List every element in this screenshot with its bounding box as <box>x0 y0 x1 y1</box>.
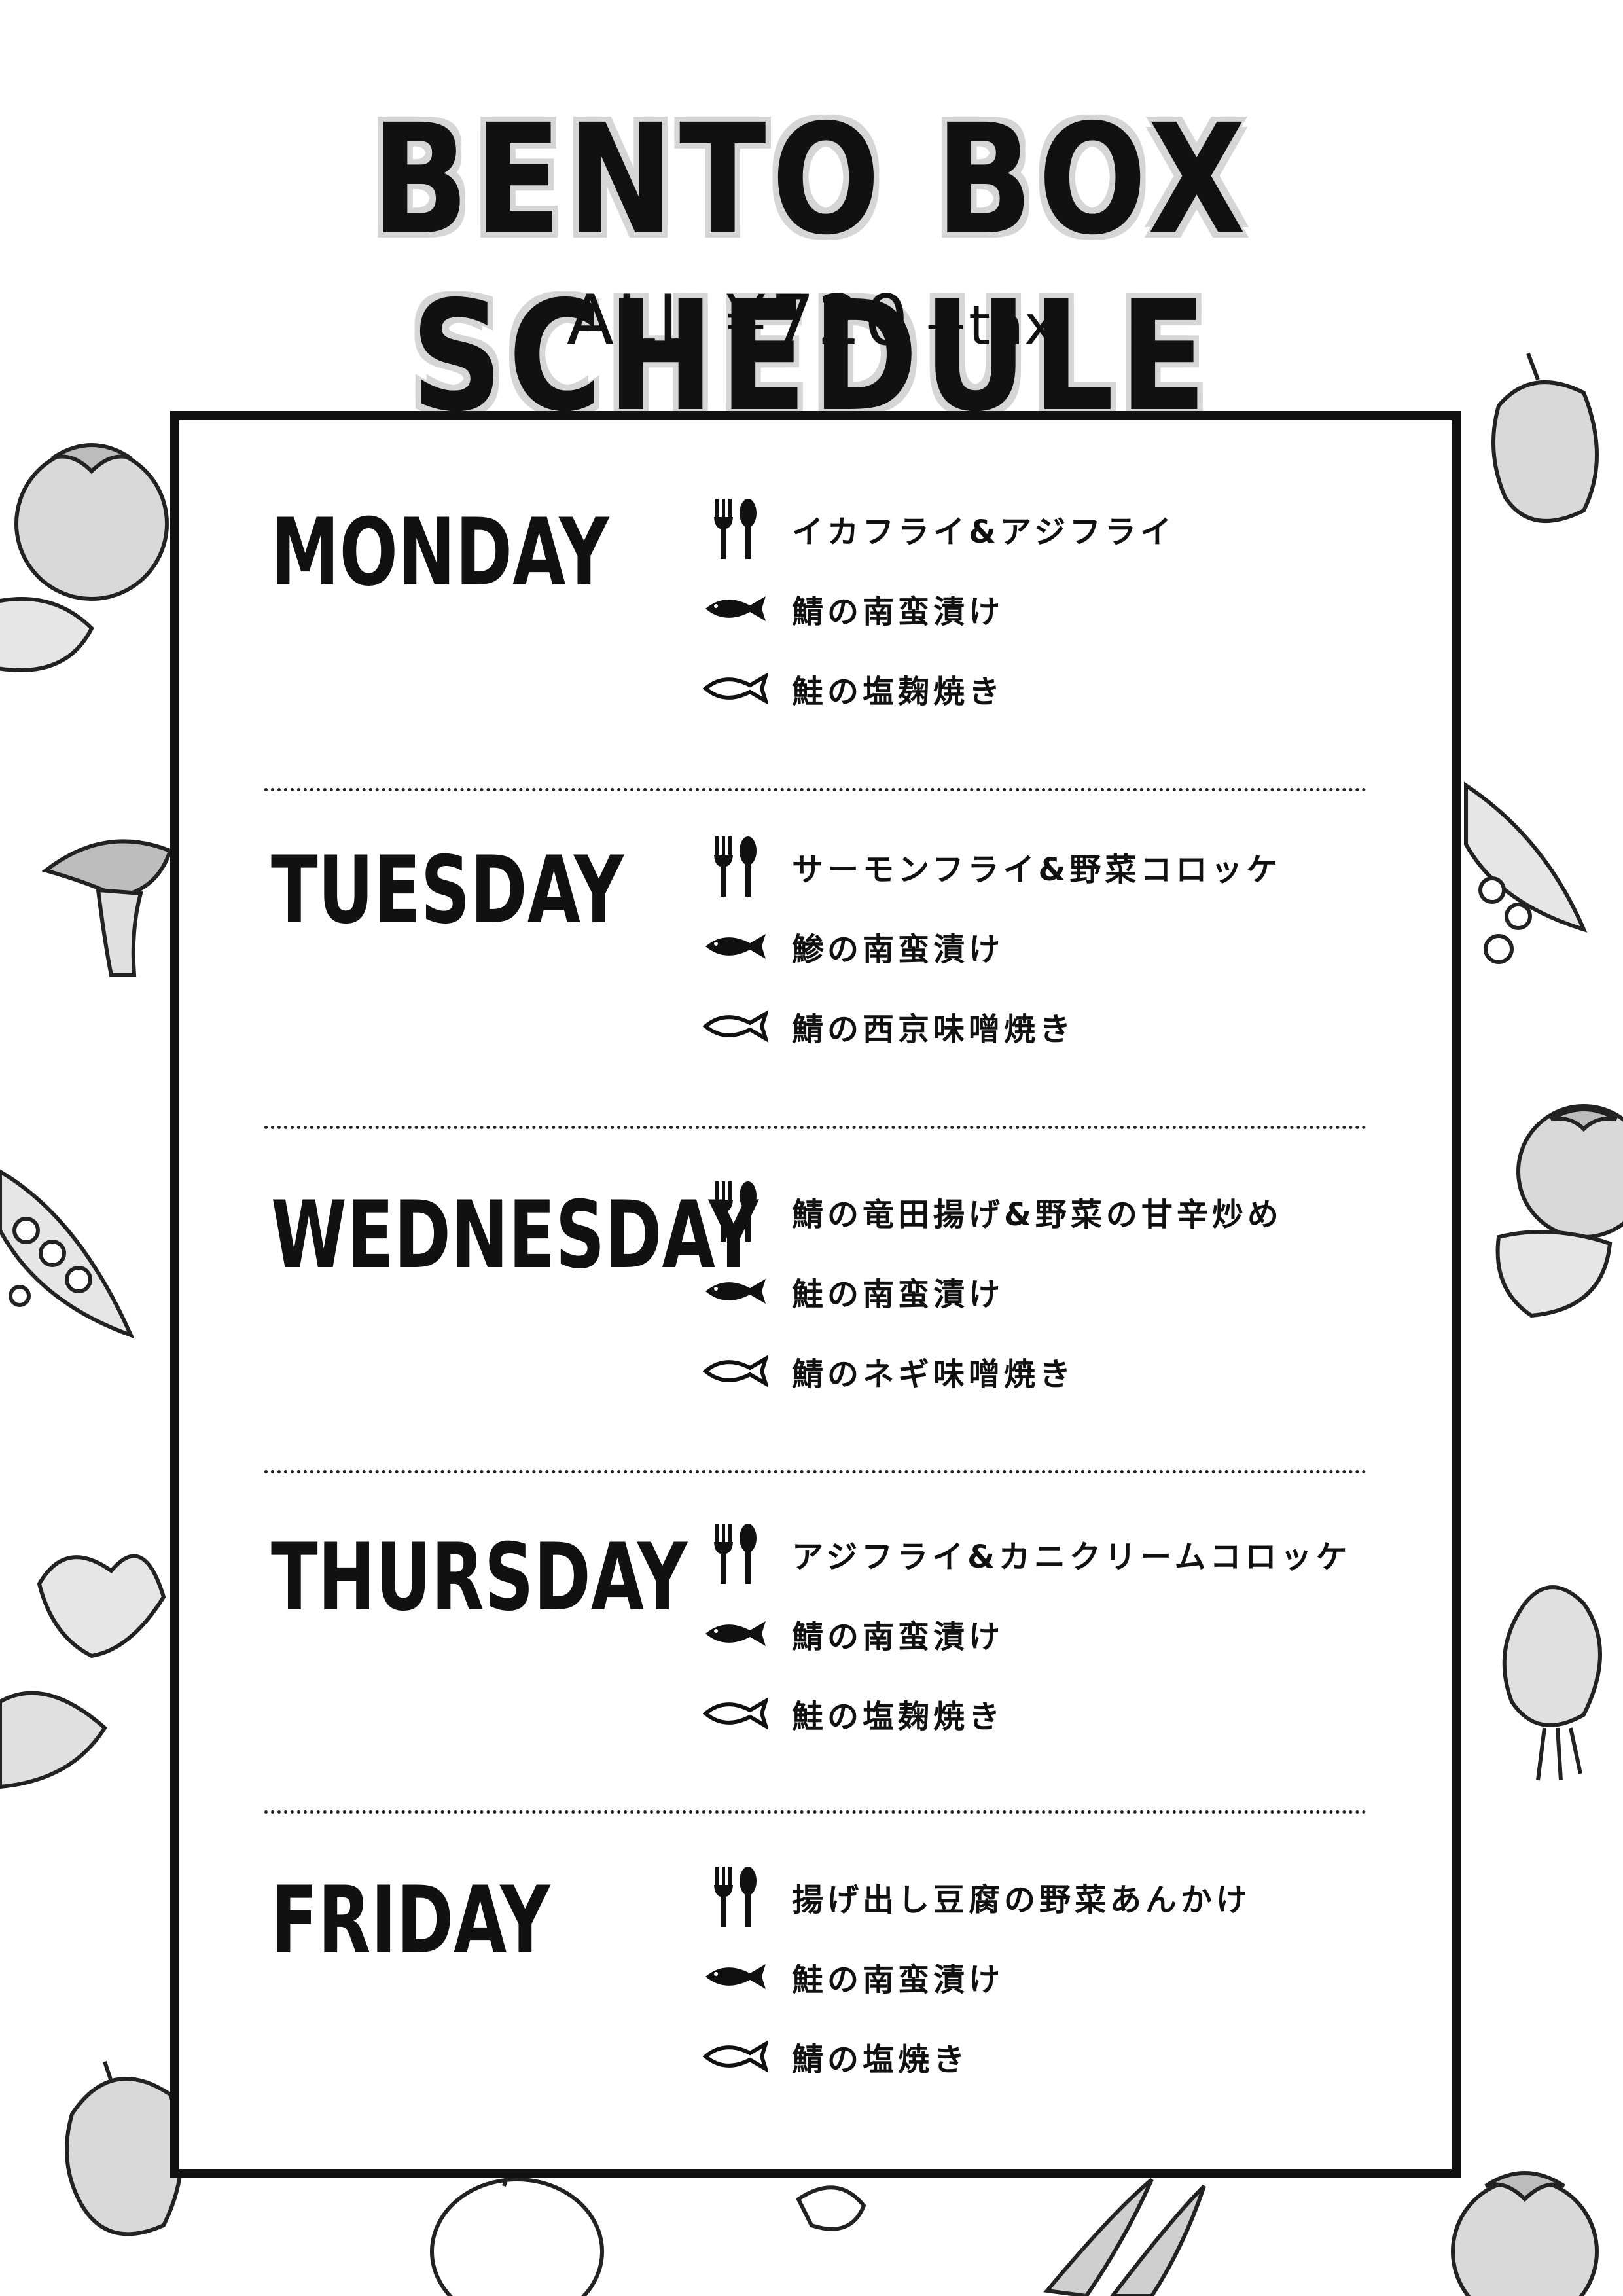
cutlery-icon <box>703 1181 768 1242</box>
bell-pepper-illustration <box>1491 352 1599 523</box>
price-line: ALL ¥720 +tax <box>0 280 1623 361</box>
fish-outline-icon <box>703 1345 768 1397</box>
pumpkin-slice-illustration <box>0 597 94 672</box>
cutlery-icon <box>703 499 768 559</box>
menu-item: 鮭の南蛮漬け <box>703 1937 1436 2017</box>
menu-list: 鯖の竜田揚げ&野菜の甘辛炒め 鮭の南蛮漬け 鯖のネギ味噌焼き <box>703 1172 1436 1411</box>
day-block-wednesday: WEDNESDAY 鯖の竜田揚げ&野菜の甘辛炒め 鮭の南蛮漬け 鯖のネギ味噌焼き <box>179 1103 1452 1441</box>
day-name: WEDNESDAY <box>271 1181 758 1289</box>
menu-item: アジフライ&カニクリームコロッケ <box>703 1514 1436 1594</box>
day-block-friday: FRIDAY 揚げ出し豆腐の野菜あんかけ 鮭の南蛮漬け 鯖の塩焼き <box>179 1788 1452 2126</box>
onion-illustration <box>1502 1585 1602 1781</box>
day-name: THURSDAY <box>271 1524 688 1632</box>
day-name: FRIDAY <box>271 1867 550 1975</box>
turnip-illustration <box>0 1554 166 1789</box>
menu-item: サーモンフライ&野菜コロッケ <box>703 827 1436 906</box>
day-block-monday: MONDAY イカフライ&アジフライ 鯖の南蛮漬け 鮭の塩麹焼き <box>179 420 1452 758</box>
pea-pod-illustration <box>1464 781 1588 964</box>
fish-outline-icon <box>703 1000 768 1052</box>
fish-filled-icon <box>703 583 768 635</box>
menu-item: 揚げ出し豆腐の野菜あんかけ <box>703 1857 1436 1937</box>
price-value: ALL ¥720 <box>566 280 911 361</box>
menu-list: サーモンフライ&野菜コロッケ 鯵の南蛮漬け 鯖の西京味噌焼き <box>703 827 1436 1066</box>
menu-item: イカフライ&アジフライ <box>703 489 1436 569</box>
page-title: BENTO BOX SCHEDULE <box>371 92 1252 445</box>
schedule-frame: MONDAY イカフライ&アジフライ 鯖の南蛮漬け 鮭の塩麹焼き TUESDAY… <box>170 411 1461 2178</box>
menu-item-text: 鯵の南蛮漬け <box>792 931 1005 968</box>
tomato-illustration <box>14 443 169 601</box>
mushroom-illustration <box>41 839 173 977</box>
day-block-thursday: THURSDAY アジフライ&カニクリームコロッケ 鯖の南蛮漬け 鮭の塩麹焼き <box>179 1445 1452 1783</box>
fish-outline-icon <box>703 2030 768 2083</box>
menu-list: 揚げ出し豆腐の野菜あんかけ 鮭の南蛮漬け 鯖の塩焼き <box>703 1857 1436 2096</box>
cutlery-icon <box>703 836 768 897</box>
menu-item-text: 鮭の南蛮漬け <box>792 1276 1005 1313</box>
pea-pod-illustration <box>0 1169 135 1339</box>
menu-item: 鯖の竜田揚げ&野菜の甘辛炒め <box>703 1172 1436 1251</box>
cutlery-icon <box>703 1867 768 1927</box>
cutlery-icon <box>703 1524 768 1584</box>
menu-item: 鮭の南蛮漬け <box>703 1251 1436 1331</box>
menu-item-text: 鯖のネギ味噌焼き <box>792 1356 1075 1393</box>
menu-item-text: 鯖の南蛮漬け <box>792 594 1005 630</box>
menu-item-text: イカフライ&アジフライ <box>792 514 1175 550</box>
menu-item: 鯖のネギ味噌焼き <box>703 1331 1436 1411</box>
menu-item: 鮭の塩麹焼き <box>703 649 1436 728</box>
menu-item-text: 鯖の西京味噌焼き <box>792 1011 1075 1048</box>
day-block-tuesday: TUESDAY サーモンフライ&野菜コロッケ 鯵の南蛮漬け 鯖の西京味噌焼き <box>179 758 1452 1096</box>
fish-outline-icon <box>703 1687 768 1740</box>
pumpkin-slice-illustration <box>1495 1230 1613 1318</box>
menu-item-text: アジフライ&カニクリームコロッケ <box>792 1539 1351 1575</box>
menu-item-text: サーモンフライ&野菜コロッケ <box>792 852 1282 888</box>
menu-item: 鯖の南蛮漬け <box>703 1594 1436 1674</box>
menu-item: 鯖の塩焼き <box>703 2017 1436 2096</box>
fish-outline-icon <box>703 662 768 715</box>
menu-item: 鮭の塩麹焼き <box>703 1674 1436 1753</box>
menu-item-text: 鮭の塩麹焼き <box>792 673 1005 710</box>
menu-item: 鯖の南蛮漬け <box>703 569 1436 649</box>
fish-filled-icon <box>703 1950 768 2003</box>
menu-item-text: 鯖の塩焼き <box>792 2041 969 2078</box>
menu-item-text: 鯖の南蛮漬け <box>792 1619 1005 1655</box>
carrot-illustration <box>1043 2178 1206 2296</box>
bell-pepper-illustration <box>65 2061 184 2236</box>
pumpkin-illustration <box>430 2162 604 2296</box>
fish-filled-icon <box>703 1265 768 1318</box>
price-suffix: +tax <box>922 293 1057 357</box>
day-name: TUESDAY <box>271 836 624 944</box>
tomato-illustration <box>1451 2171 1599 2296</box>
fish-filled-icon <box>703 1607 768 1660</box>
menu-list: アジフライ&カニクリームコロッケ 鯖の南蛮漬け 鮭の塩麹焼き <box>703 1514 1436 1753</box>
menu-item-text: 揚げ出し豆腐の野菜あんかけ <box>792 1882 1252 1918</box>
day-name: MONDAY <box>271 499 609 607</box>
menu-item-text: 鯖の竜田揚げ&野菜の甘辛炒め <box>792 1196 1283 1233</box>
fish-filled-icon <box>703 920 768 973</box>
menu-list: イカフライ&アジフライ 鯖の南蛮漬け 鮭の塩麹焼き <box>703 489 1436 728</box>
menu-item-text: 鮭の南蛮漬け <box>792 1962 1005 1998</box>
menu-item-text: 鮭の塩麹焼き <box>792 1698 1005 1735</box>
menu-item: 鯖の西京味噌焼き <box>703 986 1436 1066</box>
menu-item: 鯵の南蛮漬け <box>703 906 1436 986</box>
tomato-illustration <box>1516 1104 1623 1239</box>
